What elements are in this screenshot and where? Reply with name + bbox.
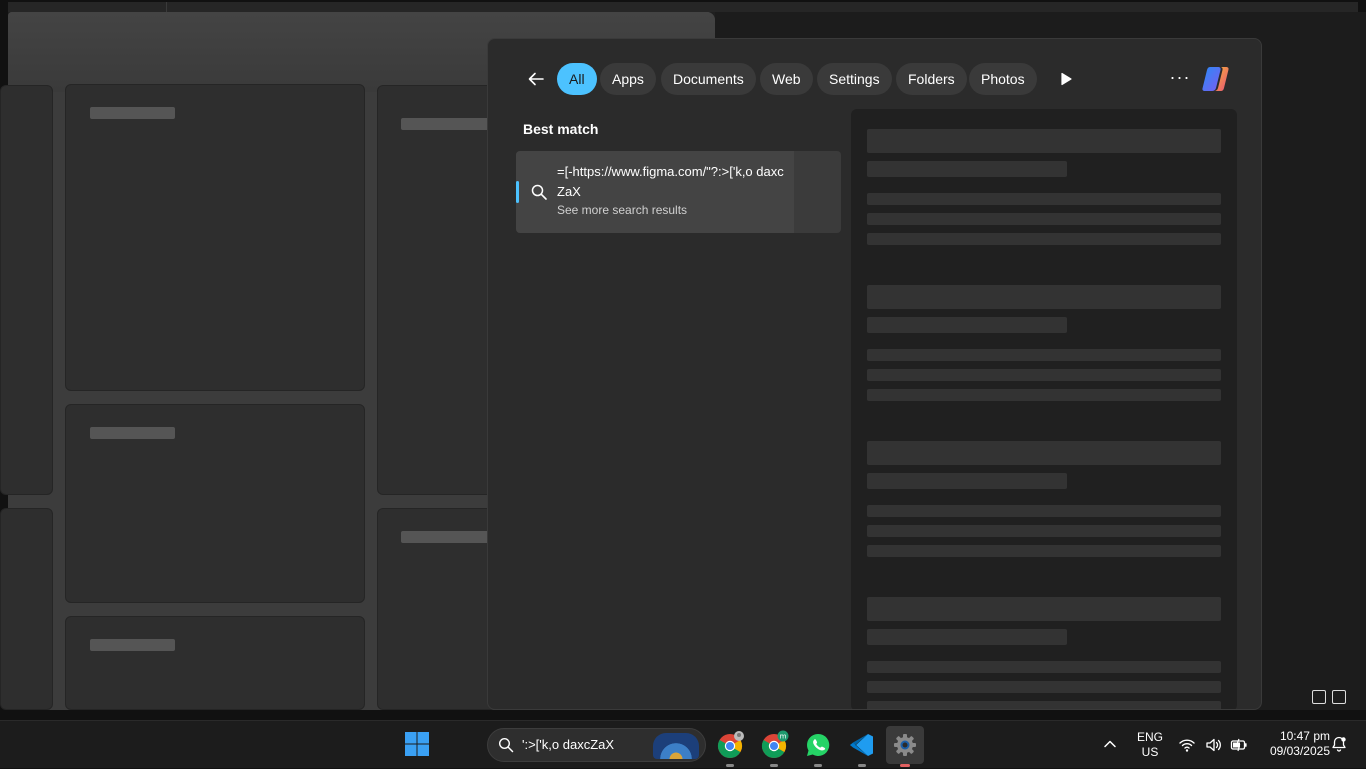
filter-folders[interactable]: Folders [896,63,967,95]
back-arrow-icon [528,72,544,86]
whatsapp-icon [807,733,830,756]
skeleton-line [867,505,1221,517]
skeleton-line [867,681,1221,693]
back-button[interactable] [522,65,550,93]
taskbar-app-whatsapp[interactable] [799,726,837,767]
skeleton-line [867,701,1221,709]
skeleton-line [867,161,1067,177]
skeleton-line [867,369,1221,381]
skeleton-line [867,129,1221,153]
svg-text:m: m [780,733,787,741]
language-code: ENG [1136,730,1163,744]
skeleton-line [867,193,1221,205]
skeleton-line [867,441,1221,465]
chrome-icon: m [761,730,789,759]
search-flyout: All Apps Documents Web Settings Folders … [487,38,1262,710]
quick-settings-button[interactable] [1178,736,1248,754]
skeleton-line [867,525,1221,537]
skeleton-line [867,545,1221,557]
input-language-indicator[interactable]: ENG US [1136,730,1164,760]
clock-date: 09/03/2025 [1269,744,1330,758]
search-icon [531,184,547,200]
best-match-query: =[-https://www.figma.com/"?:>['k,o daxcZ… [557,164,784,199]
taskbar-search-text: ':>['k,o daxcZaX [522,737,615,752]
view-toggle-icons[interactable] [1312,690,1346,704]
preview-pane-loading [851,109,1237,709]
skeleton-line [867,285,1221,309]
more-filters-button[interactable] [1054,67,1078,91]
filter-bar: All Apps Documents Web Settings Folders … [488,63,1261,95]
background-titlebar [8,2,1358,12]
skeleton-line [867,349,1221,361]
taskbar: ':>['k,o daxcZaX m ENG US 10:47 pm 09/03… [0,720,1366,768]
background-card [65,84,365,391]
taskbar-app-vscode[interactable] [843,726,881,767]
best-match-result[interactable]: =[-https://www.figma.com/"?:>['k,o daxcZ… [516,151,841,233]
filter-all[interactable]: All [557,63,597,95]
search-icon [498,737,514,753]
taskbar-app-settings[interactable] [886,726,924,767]
battery-charging-icon [1230,738,1247,752]
taskbar-search-box[interactable]: ':>['k,o daxcZaX [487,728,706,762]
search-highlight-image[interactable] [653,733,699,759]
filter-photos[interactable]: Photos [969,63,1037,95]
skeleton-line [867,661,1221,673]
more-options-button[interactable]: ··· [1164,63,1196,95]
filter-documents[interactable]: Documents [661,63,756,95]
start-button[interactable] [404,731,430,757]
show-hidden-icons-button[interactable] [1101,735,1119,753]
region-code: US [1141,745,1159,759]
skeleton-line [867,473,1067,489]
tile-view-icon[interactable] [1332,690,1346,704]
background-card [0,508,53,710]
skeleton-line [867,597,1221,621]
filter-apps[interactable]: Apps [600,63,656,95]
settings-gear-icon [894,734,916,756]
filter-settings[interactable]: Settings [817,63,892,95]
skeleton-line [867,389,1221,401]
background-card [377,85,497,495]
skeleton-line [867,233,1221,245]
taskbar-app-chrome[interactable] [711,726,749,767]
taskbar-app-chrome-profile[interactable]: m [755,726,793,767]
best-match-subtitle: See more search results [557,203,688,217]
best-match-heading: Best match [523,121,599,137]
wifi-icon [1179,739,1195,752]
clock-time: 10:47 pm [1279,729,1330,743]
filter-web[interactable]: Web [760,63,813,95]
selection-indicator [516,181,519,203]
windows-logo-icon [405,732,429,756]
background-card [0,85,53,495]
notification-bell-icon [1332,736,1346,752]
volume-icon [1206,738,1221,752]
play-icon [1061,72,1072,86]
chrome-icon [717,731,744,759]
list-view-icon[interactable] [1312,690,1326,704]
notification-center-button[interactable] [1331,736,1347,752]
chevron-up-icon [1104,740,1116,748]
skeleton-line [867,213,1221,225]
clock[interactable]: 10:47 pm 09/03/2025 [1254,729,1330,759]
copilot-button[interactable] [1200,64,1232,94]
skeleton-line [867,629,1067,645]
copilot-icon [1202,67,1229,91]
skeleton-line [867,317,1067,333]
background-card [65,616,365,710]
vscode-icon [850,734,873,756]
